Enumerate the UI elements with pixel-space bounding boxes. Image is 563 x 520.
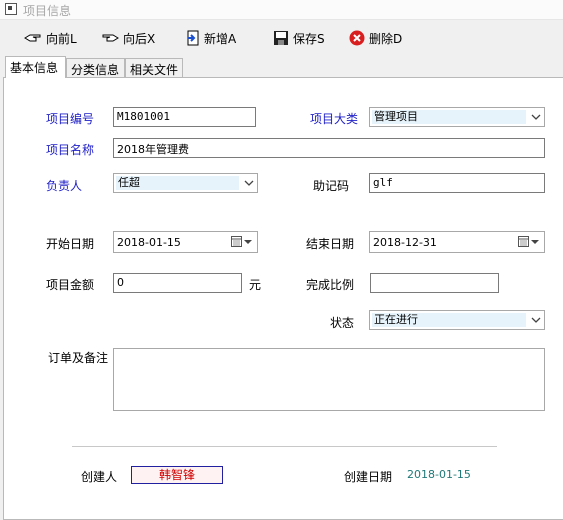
- chevron-down-icon: [531, 317, 541, 323]
- status-select[interactable]: 正在进行: [369, 310, 545, 330]
- chevron-down-icon: [244, 180, 254, 186]
- amount-field[interactable]: 0: [113, 273, 242, 293]
- category-value: 管理项目: [372, 110, 526, 124]
- start-date-label: 开始日期: [46, 237, 95, 251]
- prev-button[interactable]: 向前L: [24, 26, 77, 50]
- divider: [72, 446, 497, 447]
- window-icon: [5, 3, 17, 15]
- project-no-field[interactable]: M1801001: [113, 107, 256, 127]
- status-label: 状态: [330, 316, 355, 330]
- start-date-value: 2018-01-15: [117, 236, 181, 249]
- category-label: 项目大类: [310, 112, 359, 126]
- next-label: 向后X: [123, 31, 156, 46]
- mnemonic-label: 助记码: [313, 179, 350, 193]
- project-name-field[interactable]: 2018年管理费: [113, 138, 545, 158]
- status-value: 正在进行: [372, 313, 526, 327]
- tab-label: 相关文件: [130, 63, 179, 77]
- chevron-down-icon: [531, 114, 541, 120]
- ratio-field[interactable]: [370, 273, 499, 293]
- delete-button[interactable]: 删除D: [349, 26, 402, 50]
- calendar-dropdown-icon[interactable]: [231, 236, 253, 248]
- creator-label: 创建人: [81, 470, 118, 484]
- notes-field[interactable]: [113, 348, 545, 411]
- end-date-value: 2018-12-31: [373, 236, 437, 249]
- owner-label: 负责人: [46, 179, 83, 193]
- delete-label: 删除D: [369, 31, 403, 46]
- new-label: 新增A: [204, 31, 237, 46]
- tab-label: 基本信息: [10, 61, 59, 75]
- project-no-label: 项目编号: [46, 112, 95, 126]
- owner-value: 任超: [116, 176, 239, 190]
- save-icon: [274, 31, 288, 45]
- tab-label: 分类信息: [71, 63, 120, 77]
- window-title: 项目信息: [23, 4, 72, 18]
- calendar-dropdown-icon[interactable]: [518, 236, 540, 248]
- amount-unit: 元: [249, 278, 262, 292]
- creator-value: 韩智锋: [131, 466, 223, 484]
- mnemonic-field[interactable]: glf: [369, 173, 545, 193]
- tab-basic-info[interactable]: 基本信息: [5, 56, 66, 78]
- end-date-picker[interactable]: 2018-12-31: [369, 231, 545, 253]
- owner-select[interactable]: 任超: [113, 173, 258, 193]
- end-date-label: 结束日期: [306, 237, 355, 251]
- created-date-label: 创建日期: [344, 470, 393, 484]
- tab-category-info[interactable]: 分类信息: [66, 58, 125, 78]
- save-button[interactable]: 保存S: [273, 26, 325, 50]
- start-date-picker[interactable]: 2018-01-15: [113, 231, 258, 253]
- new-document-icon: [187, 30, 199, 46]
- new-button[interactable]: 新增A: [186, 26, 236, 50]
- hand-right-icon: [102, 34, 119, 42]
- delete-icon: [349, 30, 365, 46]
- created-date-value: 2018-01-15: [407, 468, 471, 481]
- notes-label: 订单及备注: [48, 351, 109, 365]
- amount-label: 项目金额: [46, 278, 95, 292]
- hand-left-icon: [24, 34, 41, 42]
- project-name-label: 项目名称: [46, 143, 95, 157]
- ratio-label: 完成比例: [306, 278, 355, 292]
- tab-related-files[interactable]: 相关文件: [125, 58, 183, 78]
- category-select[interactable]: 管理项目: [369, 107, 545, 127]
- next-button[interactable]: 向后X: [101, 26, 155, 50]
- title-bar: 项目信息: [0, 0, 563, 20]
- prev-label: 向前L: [46, 31, 77, 46]
- save-label: 保存S: [293, 31, 325, 46]
